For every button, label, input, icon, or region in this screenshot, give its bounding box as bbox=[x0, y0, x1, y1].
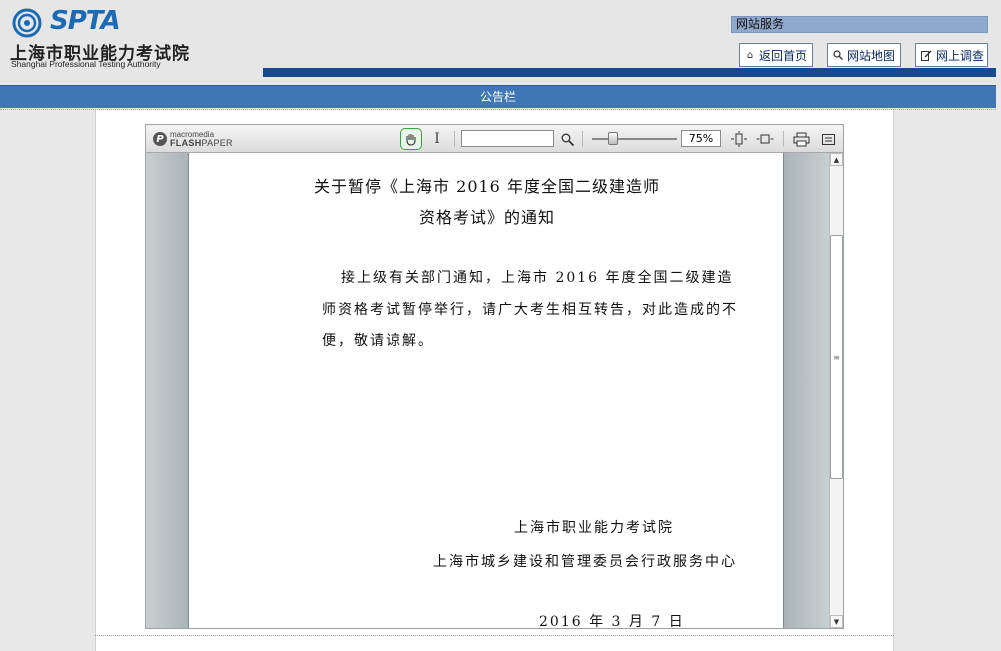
vertical-scrollbar[interactable]: ▲ ≡ ▼ bbox=[829, 153, 843, 628]
menu-icon bbox=[821, 133, 835, 145]
spta-logo-mark-icon bbox=[12, 8, 42, 38]
document-body-line3: 便，敬请谅解。 bbox=[322, 333, 434, 349]
find-button[interactable] bbox=[558, 129, 576, 149]
survey-button-label: 网上调查 bbox=[936, 48, 985, 63]
document-date: 2016 年 3 月 7 日 bbox=[539, 614, 685, 629]
zoom-level-field[interactable]: 75% bbox=[681, 130, 721, 147]
notice-board-bar: 公告栏 bbox=[0, 85, 996, 108]
site-services-label: 网站服务 bbox=[731, 16, 988, 33]
document-title-line1: 关于暂停《上海市 2016 年度全国二级建造师 bbox=[314, 177, 660, 196]
flashpaper-brand-bold: FLASH bbox=[170, 138, 202, 148]
zoom-slider-thumb[interactable] bbox=[608, 132, 618, 145]
sitemap-button-label: 网站地图 bbox=[847, 48, 896, 63]
viewer-menu-button[interactable] bbox=[819, 129, 837, 149]
document-signature-org1: 上海市职业能力考试院 bbox=[514, 520, 674, 536]
site-header: SPTA 上海市职业能力考试院 Shanghai Professional Te… bbox=[0, 0, 1001, 84]
house-icon: ⌂ bbox=[746, 49, 754, 61]
toolbar-separator bbox=[454, 131, 455, 147]
flashpaper-brand-line2: FLASHPAPER bbox=[170, 138, 233, 148]
document-body-line1: 接上级有关部门通知，上海市 2016 年度全国二级建造 bbox=[341, 270, 734, 286]
flashpaper-logo[interactable]: P macromedia FLASHPAPER bbox=[153, 129, 233, 149]
logo-wordmark: SPTA bbox=[50, 6, 121, 36]
flashpaper-brand-light: PAPER bbox=[201, 138, 233, 148]
page-gutter-right bbox=[784, 153, 829, 628]
text-select-icon: I bbox=[434, 131, 440, 147]
fit-width-button[interactable] bbox=[755, 129, 775, 149]
survey-button[interactable]: 网上调查 bbox=[915, 43, 988, 67]
home-button-label: 返回首页 bbox=[758, 48, 807, 63]
header-divider bbox=[263, 68, 996, 77]
scrollbar-thumb[interactable]: ≡ bbox=[830, 235, 843, 479]
hand-tool-button[interactable] bbox=[400, 128, 422, 150]
fit-width-icon bbox=[756, 134, 774, 144]
toolbar-separator bbox=[582, 131, 583, 147]
edit-icon bbox=[921, 49, 932, 61]
fit-page-icon bbox=[731, 131, 747, 147]
fit-page-button[interactable] bbox=[729, 129, 749, 149]
document-title-line2: 资格考试》的通知 bbox=[418, 208, 555, 227]
toolbar-separator bbox=[783, 131, 784, 147]
home-button[interactable]: ⌂ 返回首页 bbox=[739, 43, 813, 67]
magnifier-icon bbox=[561, 133, 574, 146]
notice-board-title: 公告栏 bbox=[479, 90, 516, 104]
content-divider bbox=[95, 635, 894, 636]
search-icon bbox=[833, 49, 843, 61]
scroll-down-arrow-icon[interactable]: ▼ bbox=[830, 615, 843, 628]
hand-icon bbox=[406, 134, 416, 146]
flashpaper-logo-icon: P bbox=[153, 132, 167, 146]
page-gutter-left bbox=[146, 153, 188, 628]
search-input[interactable] bbox=[461, 130, 554, 147]
document-area[interactable]: 关于暂停《上海市 2016 年度全国二级建造师 资格考试》的通知 接上级有关部门… bbox=[146, 153, 829, 629]
logo-name-english: Shanghai Professional Testing Authority bbox=[11, 59, 161, 69]
viewer-toolbar: P macromedia FLASHPAPER I 75% bbox=[146, 125, 843, 153]
document-page: 关于暂停《上海市 2016 年度全国二级建造师 资格考试》的通知 接上级有关部门… bbox=[188, 153, 784, 629]
print-button[interactable] bbox=[791, 129, 811, 149]
document-body-line2: 师资格考试暂停举行，请广大考生相互转告，对此造成的不 bbox=[322, 302, 738, 318]
document-signature-org2: 上海市城乡建设和管理委员会行政服务中心 bbox=[433, 554, 737, 570]
text-select-button[interactable]: I bbox=[430, 129, 444, 149]
sitemap-button[interactable]: 网站地图 bbox=[827, 43, 901, 67]
scroll-up-arrow-icon[interactable]: ▲ bbox=[830, 153, 843, 166]
flashpaper-viewer[interactable]: P macromedia FLASHPAPER I 75% 关于暂停《上海市 2… bbox=[145, 124, 844, 629]
print-icon bbox=[793, 132, 809, 146]
zoom-slider-track[interactable] bbox=[592, 138, 677, 140]
site-logo[interactable]: SPTA 上海市职业能力考试院 Shanghai Professional Te… bbox=[10, 6, 230, 72]
